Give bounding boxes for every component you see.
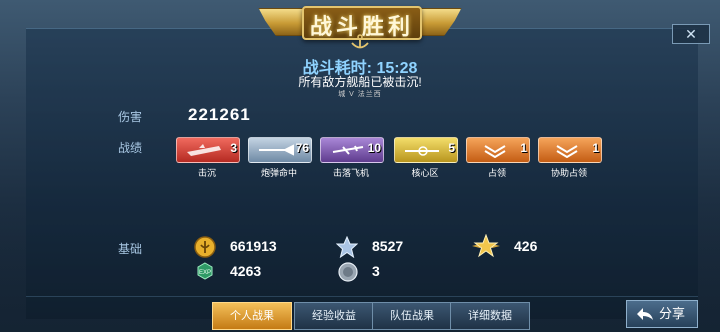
shell-hit-icon bbox=[259, 144, 294, 156]
gold-coin-icon bbox=[194, 236, 216, 258]
tab-exp-gains[interactable]: 经验收益 bbox=[294, 302, 374, 330]
share-arrow-icon bbox=[637, 308, 653, 320]
victory-banner: 战斗胜利 bbox=[262, 0, 458, 49]
badge-hits-label: 炮弹命中 bbox=[260, 168, 297, 178]
badge-core[interactable]: 5 bbox=[394, 137, 458, 163]
ship-sink-icon bbox=[187, 144, 221, 156]
record-label: 战绩 bbox=[118, 141, 143, 155]
exp-value: 4263 bbox=[230, 263, 262, 279]
silver-coin-icon bbox=[338, 262, 358, 282]
panel-divider bbox=[26, 296, 698, 297]
tab-team-results[interactable]: 队伍战果 bbox=[372, 302, 452, 330]
basic-label: 基础 bbox=[118, 242, 143, 256]
badge-assist-capture[interactable]: 1 bbox=[538, 137, 602, 163]
anchor-icon bbox=[351, 34, 369, 49]
tab-detailed-data[interactable]: 详细数据 bbox=[450, 302, 530, 330]
badge-capture-label: 占领 bbox=[487, 168, 506, 178]
tab-personal-results[interactable]: 个人战果 bbox=[212, 302, 292, 330]
exp-icon: EXP bbox=[197, 262, 213, 280]
badge-assist-capture-count: 1 bbox=[592, 141, 599, 155]
badge-planes-label: 击落飞机 bbox=[332, 168, 369, 178]
capture-chevron-icon bbox=[484, 145, 506, 158]
damage-label: 伤害 bbox=[118, 110, 143, 124]
badge-planes[interactable]: 10 bbox=[320, 137, 384, 163]
svg-text:EXP: EXP bbox=[199, 270, 211, 276]
badge-core-count: 5 bbox=[448, 141, 455, 155]
badge-capture-count: 1 bbox=[520, 141, 527, 155]
star-points-value: 8527 bbox=[372, 238, 404, 254]
share-label: 分享 bbox=[659, 306, 686, 321]
badge-hits-count: 76 bbox=[295, 141, 309, 155]
assist-chevron-icon bbox=[556, 145, 578, 158]
badge-hits[interactable]: 76 bbox=[248, 137, 312, 163]
badge-assist-capture-label: 协助占领 bbox=[550, 168, 587, 178]
badge-sink-label: 击沉 bbox=[197, 168, 216, 178]
share-button[interactable]: 分享 bbox=[626, 300, 698, 328]
ship-info-line: 城 V 法兰西 bbox=[338, 91, 382, 98]
star-points-icon bbox=[336, 236, 358, 258]
rank-points-value: 426 bbox=[514, 238, 538, 254]
badge-sink[interactable]: 3 bbox=[176, 137, 240, 163]
silver-value: 3 bbox=[372, 263, 380, 279]
close-button[interactable]: ✕ bbox=[672, 24, 710, 44]
damage-value: 221261 bbox=[188, 105, 251, 124]
badge-core-label: 核心区 bbox=[411, 168, 439, 178]
rank-star-icon bbox=[472, 234, 500, 258]
sunk-message: 所有敌方舰船已被击沉! bbox=[298, 75, 422, 89]
gold-value: 661913 bbox=[230, 238, 277, 254]
plane-down-icon bbox=[332, 145, 364, 155]
badge-planes-count: 10 bbox=[367, 141, 381, 155]
core-zone-icon bbox=[405, 146, 439, 156]
badge-sink-count: 3 bbox=[230, 141, 237, 155]
badge-capture[interactable]: 1 bbox=[466, 137, 530, 163]
